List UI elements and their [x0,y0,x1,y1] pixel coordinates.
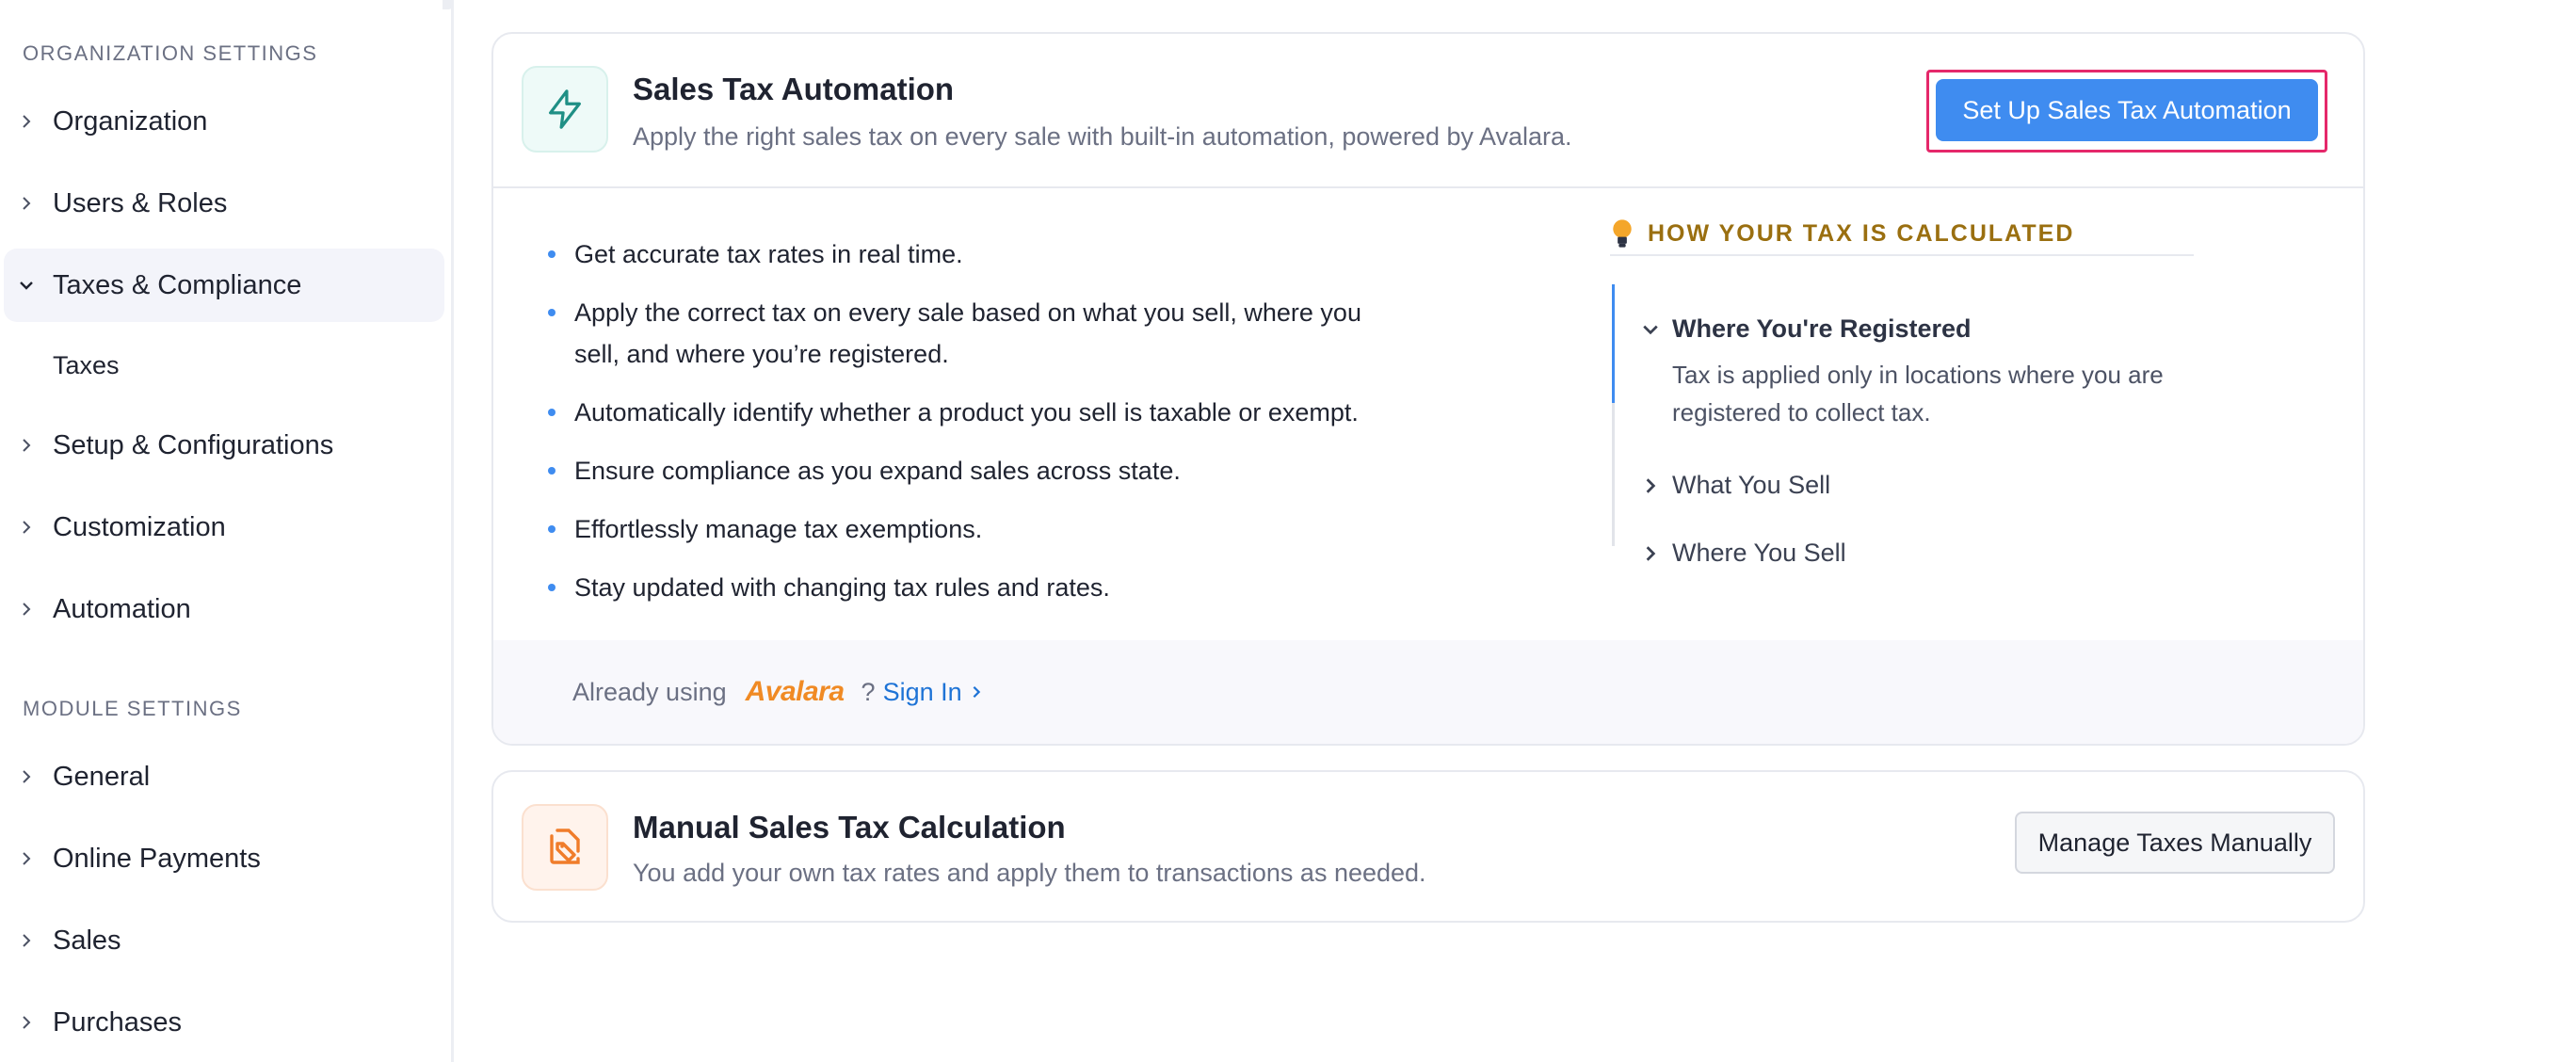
sidebar-item-label: Online Payments [53,843,261,874]
sidebar-item-label: Organization [53,105,208,137]
document-tag-icon [522,804,608,891]
chevron-right-icon [973,685,980,699]
list-item: Effortlessly manage tax exemptions. [548,508,1377,550]
lightbulb-icon [1613,219,1632,248]
accordion-body: Tax is applied only in locations where y… [1672,361,2164,426]
list-item: Automatically identify whether a product… [548,392,1377,433]
accordion-where-registered[interactable]: Where You're Registered [1642,314,1972,344]
sidebar-section-heading: MODULE SETTINGS [23,697,242,720]
sidebar-item-automation[interactable]: Automation [0,572,444,646]
list-item: Ensure compliance as you expand sales ac… [548,450,1377,491]
chevron-down-icon [1643,325,1658,334]
chevron-right-icon [23,197,31,210]
sidebar-item-purchases[interactable]: Purchases [0,986,444,1059]
accordion-what-you-sell[interactable]: What You Sell [1642,471,1830,500]
chevron-right-icon [23,521,31,534]
list-item: Apply the correct tax on every sale base… [548,292,1377,375]
sidebar-item-label: Purchases [53,1006,183,1038]
card-description: You add your own tax rates and apply the… [633,859,1426,887]
sidebar-item-label: General [53,761,151,792]
accordion-label: Where You Sell [1672,539,1846,567]
settings-page: ORGANIZATION SETTINGS Organization Users… [0,0,2576,1062]
chevron-right-icon [23,439,31,452]
bullet-dot-icon [548,584,555,591]
bullet-dot-icon [548,409,555,416]
sidebar-section-heading: ORGANIZATION SETTINGS [23,41,318,65]
accordion-label: What You Sell [1672,471,1831,499]
sidebar-item-customization[interactable]: Customization [0,491,444,564]
bullet-dot-icon [548,250,555,258]
chevron-right-icon [23,1016,31,1029]
chevron-right-icon [1646,545,1656,561]
card-footer: Already using Avalara ? Sign In [493,640,2363,744]
sidebar-item-label: Customization [53,511,226,542]
sidebar-item-setup-configurations[interactable]: Setup & Configurations [0,409,444,482]
chevron-right-icon [23,852,31,865]
accordion-label: Where You're Registered [1672,314,1972,343]
chevron-right-icon [23,934,31,947]
lightning-icon [522,66,608,153]
chevron-down-icon [20,282,33,290]
chevron-right-icon [23,115,31,128]
sidebar-item-taxes-compliance[interactable]: Taxes & Compliance [4,249,444,322]
sign-in-link[interactable]: Sign In [883,678,983,707]
list-item: Stay updated with changing tax rules and… [548,567,1377,608]
card-header: Sales Tax Automation Apply the right sal… [493,34,2363,188]
card-title: Sales Tax Automation [633,72,955,106]
sidebar-subitem-taxes[interactable]: Taxes [53,337,120,394]
accordion-where-you-sell[interactable]: Where You Sell [1642,539,1846,568]
sidebar-item-online-payments[interactable]: Online Payments [0,822,444,895]
bullet-dot-icon [548,467,555,475]
list-item: Get accurate tax rates in real time. [548,233,1377,275]
settings-sidebar: ORGANIZATION SETTINGS Organization Users… [0,0,454,1062]
sidebar-item-general[interactable]: General [0,740,444,813]
sidebar-scroll-edge [443,0,454,9]
sidebar-item-label: Users & Roles [53,187,228,218]
sidebar-item-sales[interactable]: Sales [0,904,444,977]
card-title: Manual Sales Tax Calculation [633,810,1066,845]
sidebar-item-users-roles[interactable]: Users & Roles [0,167,444,240]
footer-question-mark: ? [861,677,876,706]
chevron-right-icon [23,603,31,616]
sign-in-label: Sign In [882,677,962,706]
manage-taxes-manually-button[interactable]: Manage Taxes Manually [2015,812,2335,874]
bullet-dot-icon [548,309,555,316]
chevron-right-icon [23,770,31,783]
set-up-sales-tax-automation-button[interactable]: Set Up Sales Tax Automation [1936,79,2318,141]
sidebar-item-organization[interactable]: Organization [0,85,444,158]
how-heading: HOW YOUR TAX IS CALCULATED [1610,213,2194,256]
sidebar-item-label: Taxes & Compliance [53,269,302,300]
sidebar-item-label: Sales [53,925,121,956]
how-heading-text: HOW YOUR TAX IS CALCULATED [1648,219,2075,247]
avalara-logo: Avalara [745,676,845,707]
manual-sales-tax-card: Manual Sales Tax Calculation You add you… [491,770,2365,923]
accordion-active-rail [1612,284,1615,403]
sales-tax-automation-card: Sales Tax Automation Apply the right sal… [491,32,2365,746]
chevron-right-icon [1646,477,1656,493]
bullet-dot-icon [548,525,555,533]
sidebar-item-label: Setup & Configurations [53,429,334,460]
card-description: Apply the right sales tax on every sale … [633,122,1572,151]
footer-prefix: Already using [572,677,727,706]
sidebar-item-label: Automation [53,593,191,624]
